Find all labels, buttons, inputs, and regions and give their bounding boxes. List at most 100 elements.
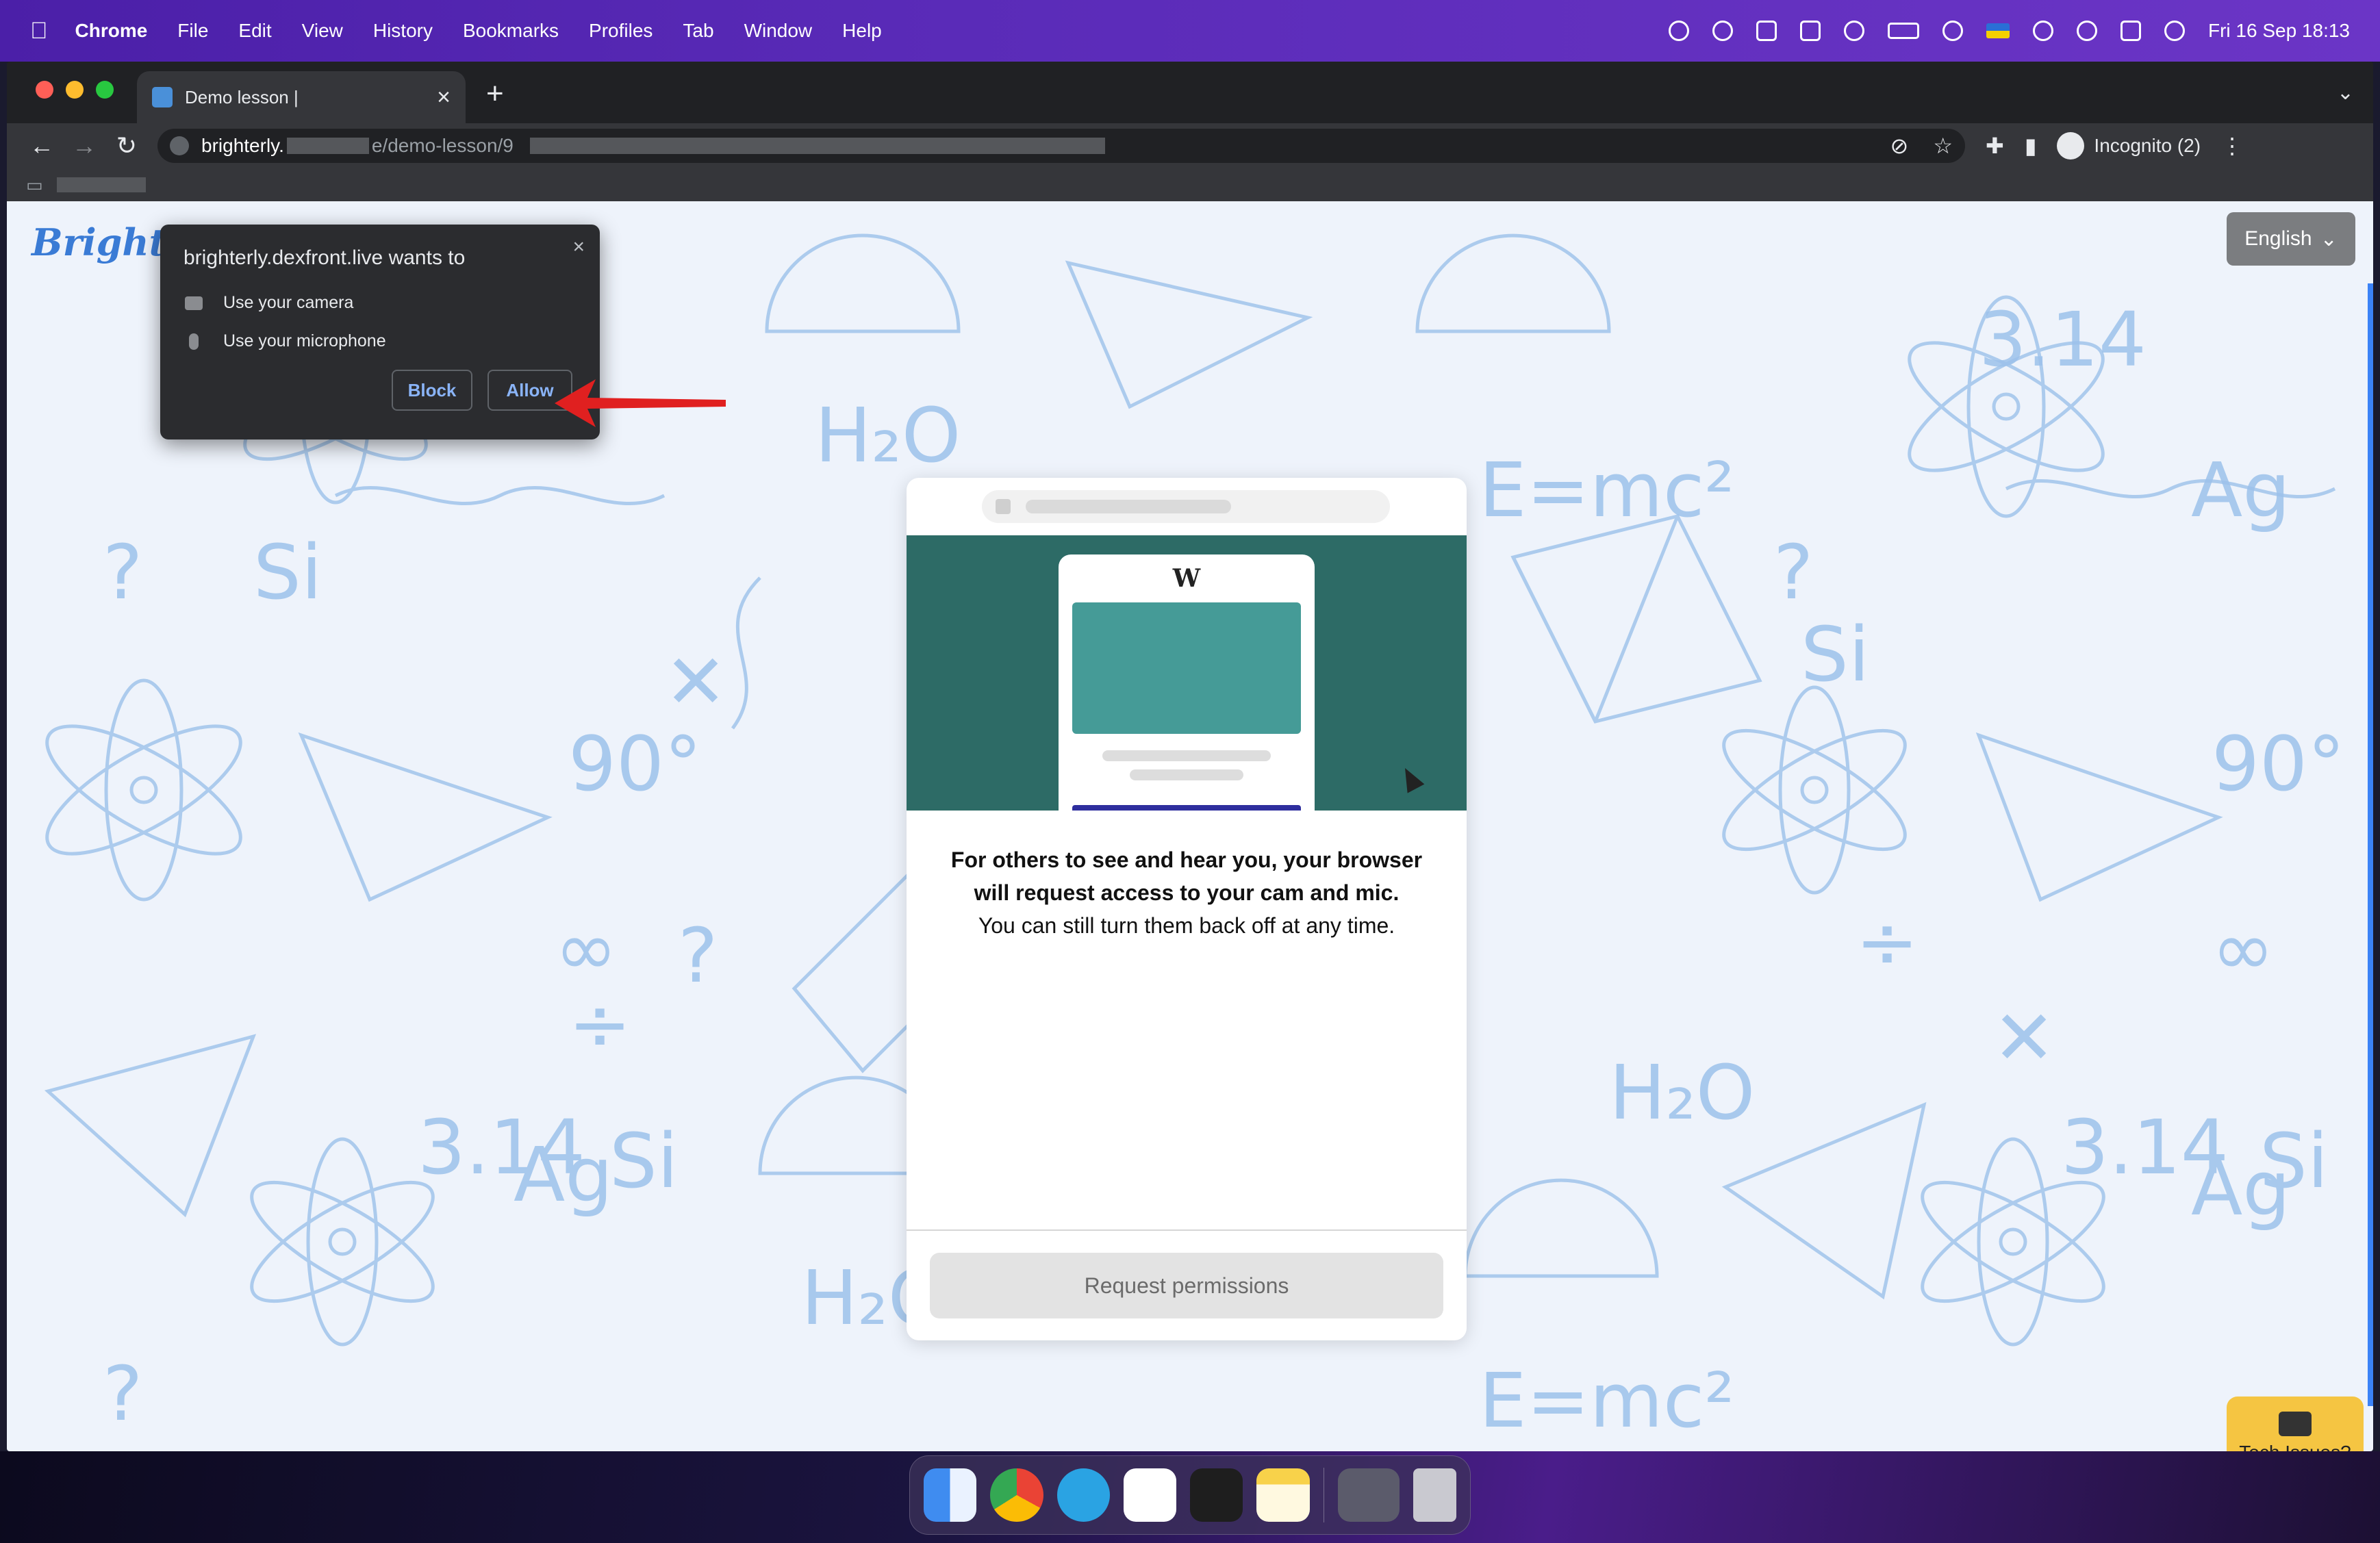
lock-icon[interactable]: [170, 136, 189, 155]
profile-label: Incognito (2): [2094, 135, 2201, 156]
svg-text:∞: ∞: [2212, 905, 2275, 993]
printer-icon[interactable]: [1756, 21, 1777, 41]
red-arrow-annotation: [555, 379, 726, 427]
downloads-stack-icon[interactable]: [1338, 1468, 1400, 1522]
svg-text:✕: ✕: [1992, 994, 2055, 1082]
folder-icon[interactable]: ▭: [26, 175, 43, 196]
close-tab-icon[interactable]: ×: [437, 84, 451, 111]
browser-illustration: W: [907, 535, 1467, 811]
browser-window: Demo lesson | × + ⌄ ← → ↻ brighterly. e/…: [7, 62, 2373, 1451]
figma-icon[interactable]: [1190, 1468, 1243, 1522]
svg-text:Si: Si: [1801, 611, 1869, 698]
vpn-icon[interactable]: [1712, 21, 1733, 41]
svg-text:90°: 90°: [568, 720, 702, 808]
macos-menubar:  Chrome File Edit View History Bookmark…: [0, 0, 2380, 62]
menu-view[interactable]: View: [302, 20, 343, 42]
mock-screen: [1072, 602, 1301, 734]
location-icon[interactable]: [1668, 21, 1689, 41]
wifi-icon[interactable]: [2032, 21, 2053, 41]
w-logo-icon: W: [1172, 564, 1201, 593]
slack-icon[interactable]: [1123, 1468, 1176, 1522]
finder-icon[interactable]: [924, 1468, 977, 1522]
menu-help[interactable]: Help: [842, 20, 882, 42]
menu-tab[interactable]: Tab: [683, 20, 713, 42]
toolbar: ← → ↻ brighterly. e/demo-lesson/9 ⊘ ☆ ✚ …: [7, 123, 2373, 168]
bookmark-redacted[interactable]: [56, 177, 146, 192]
request-permissions-button[interactable]: Request permissions: [930, 1253, 1443, 1318]
address-bar[interactable]: brighterly. e/demo-lesson/9 ⊘ ☆: [157, 129, 1965, 163]
profile-button[interactable]: Incognito (2): [2057, 132, 2201, 160]
menu-bookmarks[interactable]: Bookmarks: [463, 20, 559, 42]
permission-prompt: brighterly.dexfront.live wants to × Use …: [160, 225, 600, 439]
tab-demo-lesson[interactable]: Demo lesson | ×: [137, 71, 466, 123]
tab-title: Demo lesson |: [185, 86, 299, 107]
back-icon[interactable]: ←: [21, 131, 63, 160]
prompt-title: brighterly.dexfront.live wants to: [183, 246, 466, 269]
siri-icon[interactable]: [2164, 21, 2185, 41]
tech-issues-label: Tech Issues?: [2239, 1442, 2351, 1451]
tab-search-chevron-icon[interactable]: ⌄: [2337, 81, 2354, 105]
mock-address-bar: [907, 478, 1467, 535]
favicon-icon: [152, 87, 173, 107]
close-icon[interactable]: ×: [572, 235, 585, 259]
dock-separator: [1323, 1468, 1325, 1522]
new-tab-icon[interactable]: +: [486, 77, 504, 111]
play-icon[interactable]: [1843, 21, 1864, 41]
svg-text:3.14: 3.14: [1979, 296, 2147, 383]
bluetooth-icon[interactable]: [1799, 21, 1821, 41]
chat-icon: [2279, 1412, 2312, 1436]
spotlight-icon[interactable]: [2076, 21, 2097, 41]
star-icon[interactable]: ☆: [1933, 133, 1953, 159]
svg-text:Si: Si: [609, 1117, 678, 1205]
forward-icon[interactable]: →: [63, 131, 105, 160]
notes-icon[interactable]: [1256, 1468, 1310, 1522]
tracking-blocked-icon[interactable]: ⊘: [1890, 133, 1909, 159]
menu-profiles[interactable]: Profiles: [589, 20, 653, 42]
reload-icon[interactable]: ↻: [105, 131, 148, 160]
clock[interactable]: Fri 16 Sep 18:13: [2208, 20, 2350, 42]
menu-icon[interactable]: ⋮: [2221, 133, 2243, 159]
minimize-window-icon[interactable]: [66, 81, 84, 99]
block-button[interactable]: Block: [392, 370, 472, 411]
apple-icon[interactable]: : [30, 18, 48, 44]
telegram-icon[interactable]: [1056, 1468, 1110, 1522]
microphone-label: Use your microphone: [223, 331, 386, 350]
microphone-icon: [189, 333, 199, 350]
mock-bar: [1072, 805, 1301, 811]
explainer-line-2: will request access to your cam and mic.: [974, 880, 1400, 905]
zoom-window-icon[interactable]: [96, 81, 114, 99]
menu-file[interactable]: File: [177, 20, 208, 42]
language-select[interactable]: English ⌄: [2227, 212, 2355, 266]
svg-text:90°: 90°: [2212, 720, 2345, 808]
scrollbar[interactable]: [2368, 283, 2373, 1406]
mock-line: [1102, 750, 1271, 761]
svg-text:?: ?: [103, 1350, 142, 1438]
svg-text:?: ?: [678, 912, 718, 999]
user-icon[interactable]: [1942, 21, 1963, 41]
svg-text:3.14: 3.14: [2061, 1104, 2229, 1191]
window-controls: [36, 81, 114, 99]
menu-edit[interactable]: Edit: [238, 20, 271, 42]
trash-icon[interactable]: [1413, 1468, 1457, 1522]
mock-phone: W: [1059, 554, 1315, 811]
extensions-icon[interactable]: ✚: [1986, 133, 2004, 159]
menu-window[interactable]: Window: [744, 20, 813, 42]
dock: [909, 1455, 1471, 1535]
svg-text:Ag: Ag: [2191, 446, 2290, 534]
menu-history[interactable]: History: [373, 20, 433, 42]
close-window-icon[interactable]: [36, 81, 53, 99]
url-redacted: [286, 138, 369, 154]
url-host: brighterly.: [201, 135, 284, 156]
battery-icon[interactable]: [1887, 23, 1919, 39]
control-center-icon[interactable]: [2120, 21, 2141, 41]
url-path: e/demo-lesson/9: [371, 135, 514, 156]
svg-text:E=mc²: E=mc²: [1479, 446, 1734, 534]
camera-permission: Use your camera: [185, 293, 353, 313]
menu-app-name[interactable]: Chrome: [75, 20, 148, 42]
tech-issues-button[interactable]: Tech Issues?: [2227, 1397, 2364, 1451]
flag-icon[interactable]: [1986, 23, 2010, 38]
sidepanel-icon[interactable]: ▮: [2025, 133, 2037, 159]
card-footer: Request permissions: [907, 1229, 1467, 1340]
chrome-icon[interactable]: [990, 1468, 1043, 1522]
fake-url-field: [982, 490, 1390, 523]
